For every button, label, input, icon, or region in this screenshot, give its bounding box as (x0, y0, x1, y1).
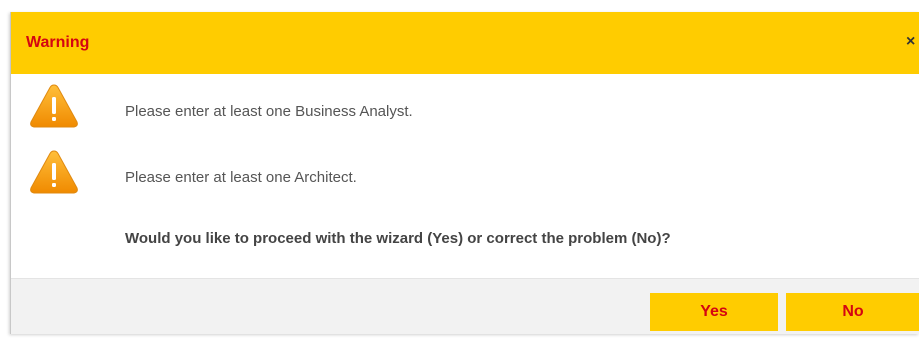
dialog-header: Warning × (11, 12, 919, 74)
no-button[interactable]: No (786, 293, 919, 331)
yes-button[interactable]: Yes (650, 293, 778, 331)
message-row: Please enter at least one Architect. (11, 148, 919, 204)
confirmation-question: Would you like to proceed with the wizar… (125, 230, 671, 247)
message-row: Please enter at least one Business Analy… (11, 82, 919, 138)
warning-icon (30, 150, 78, 194)
message-text: Please enter at least one Architect. (125, 169, 357, 186)
dialog-footer: Yes No (11, 278, 919, 334)
warning-dialog: Warning × Please enter at least one Busi… (10, 12, 919, 334)
dialog-title: Warning (26, 34, 90, 51)
close-button[interactable]: × (906, 32, 919, 52)
message-text: Please enter at least one Business Analy… (125, 103, 413, 120)
warning-icon (30, 84, 78, 128)
